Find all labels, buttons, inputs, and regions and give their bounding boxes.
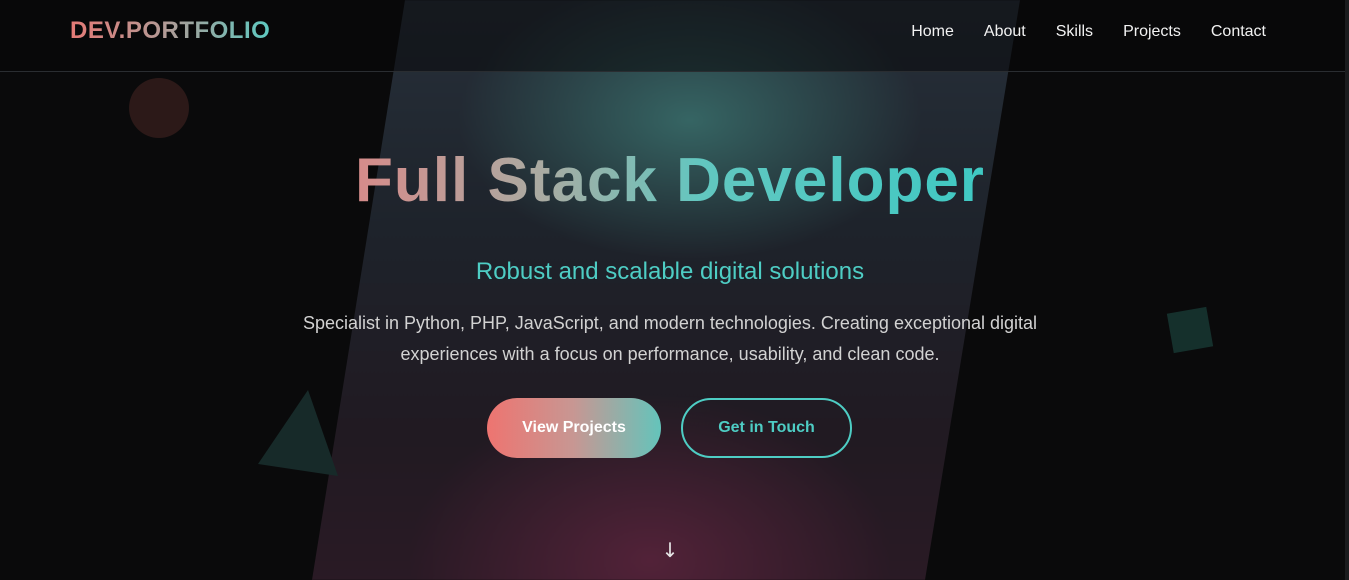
hero-description: Specialist in Python, PHP, JavaScript, a… <box>302 313 1038 364</box>
page: DEV.PORTFOLIO Home About Skills Projects… <box>0 0 1349 580</box>
hero-subtitle: Robust and scalable digital solutions <box>475 258 865 285</box>
decorative-circle <box>129 78 189 138</box>
nav-link-skills[interactable]: Skills <box>1056 22 1093 42</box>
nav-links: Home About Skills Projects Contact <box>911 22 1266 42</box>
arrow-down-icon[interactable]: ↓ <box>660 538 680 562</box>
navbar: DEV.PORTFOLIO Home About Skills Projects… <box>0 0 1345 72</box>
site-logo[interactable]: DEV.PORTFOLIO <box>70 17 270 45</box>
view-projects-button[interactable]: View Projects <box>487 398 661 458</box>
nav-link-projects[interactable]: Projects <box>1123 22 1181 42</box>
hero-title: Full Stack Developer <box>0 145 1340 216</box>
nav-link-contact[interactable]: Contact <box>1211 22 1266 42</box>
get-in-touch-button[interactable]: Get in Touch <box>681 398 852 458</box>
nav-link-home[interactable]: Home <box>911 22 954 42</box>
hero-background-beam <box>312 0 1020 580</box>
scrollbar[interactable] <box>1345 0 1349 580</box>
decorative-triangle <box>258 390 338 476</box>
hero-title-text: Full Stack Developer <box>355 146 985 215</box>
decorative-square <box>1166 306 1214 354</box>
nav-link-about[interactable]: About <box>984 22 1026 42</box>
